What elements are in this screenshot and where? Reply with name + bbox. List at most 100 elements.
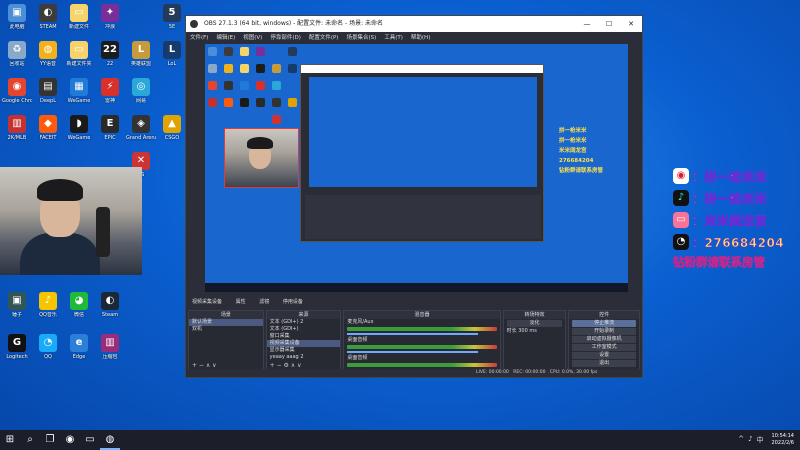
desktop-icon[interactable]: ◐ Steam [95,292,125,328]
app-icon: ◕ [70,292,88,310]
deactivate-button[interactable]: 停用设备 [283,299,303,305]
scene-item[interactable]: 双机 [189,326,263,333]
obs-preview[interactable]: 拼一枪米米 拼一枪米米 米米阔龙宫 276684204 钻粉群请联系房管 [205,44,628,292]
menu-item[interactable]: 场景集合(S) [346,32,376,44]
minimize-button[interactable]: — [576,16,598,32]
desktop-icon[interactable]: ♪ QQ音乐 [33,292,63,328]
desktop-icon[interactable]: ▲ CSGO [157,115,187,151]
desktop-icon[interactable]: ▭ 新建文件夹 [64,41,94,77]
control-button[interactable]: 设置 [572,352,636,359]
desktop-icon[interactable]: E EPIC [95,115,125,151]
filters-button[interactable]: 滤镜 [259,299,269,305]
desktop-icon[interactable]: ▥ 2K/MLB [2,115,32,151]
desktop-icon[interactable]: 22 22 [95,41,125,77]
desktop-icon[interactable]: ◆ FACEIT [33,115,63,151]
control-button[interactable]: 启动虚拟摄像机 [572,336,636,343]
app-icon: ▥ [8,115,26,133]
menu-item[interactable]: 帮助(H) [411,32,430,44]
task-view-icon[interactable]: ❐ [40,430,60,450]
desktop-icon[interactable]: ▥ 压缩包 [95,334,125,370]
desktop-icon[interactable]: ◎ 网易 [126,78,156,114]
desktop-icon[interactable]: e Edge [64,334,94,370]
volume-slider[interactable] [347,351,478,353]
source-item[interactable]: 文本 (GDI+) 2 [267,319,341,326]
desktop-icon-label: 英雄联盟 [130,61,151,67]
volume-slider[interactable] [347,333,478,335]
desktop-icon[interactable]: ◐ STEAM [33,4,63,40]
menu-item[interactable]: 视图(V) [243,32,262,44]
overlay-row: ◉ ：拼一枪米米 [673,166,800,186]
desktop-icon[interactable]: ▤ DeepL [33,78,63,114]
tray-icon[interactable]: ♪ [748,435,752,445]
obs-window: OBS 27.1.3 (64 bit, windows) - 配置文件: 未命名… [185,15,643,378]
clock[interactable]: 10:54:14 2022/2/6 [772,433,794,447]
app-icon: ▣ [8,292,26,310]
desktop-icon[interactable]: L LoL [157,41,187,77]
preview-icon [288,64,297,73]
preview-webcam-source[interactable] [224,128,299,188]
preview-icon [224,81,233,90]
app-icon: ✦ [101,4,119,22]
desktop-icon[interactable]: G Logitech [2,334,32,370]
desktop-icon[interactable]: ⚡ 雷神 [95,78,125,114]
menu-item[interactable]: 文件(F) [190,32,208,44]
source-item[interactable]: 文本 (GDI+) [267,326,341,333]
desktop-icon[interactable]: ✦ 冲浪 [95,4,125,40]
desktop-icon[interactable]: ▣ 锤子 [2,292,32,328]
mixer-dock: 混音器 麦克风/Aux 桌面音频 桌面音频 [343,310,501,371]
desktop-icon-label: 锤子 [11,312,22,318]
cpu-status: CPU: 0.0%, 30.00 fps [549,370,598,375]
preview-overlay-line: 米米阔龙宫 [559,148,587,154]
desktop-icon[interactable]: ▣ 此电脑 [2,4,32,40]
desktop-icon[interactable]: ◈ Grand Arena [126,115,156,151]
duration-input[interactable]: 300 ms [518,328,537,334]
menu-item[interactable]: 编辑(E) [216,32,235,44]
menu-item[interactable]: 配置文件(P) [309,32,339,44]
properties-button[interactable]: 属性 [236,299,246,305]
menu-item[interactable]: 停靠部件(D) [270,32,301,44]
source-item[interactable]: 窗口采集 [267,333,341,340]
overlay-footer: 钻粉群请联系房管 [673,255,766,270]
app-icon: ◔ [39,334,57,352]
control-button[interactable]: 退出 [572,360,636,367]
desktop-icon[interactable]: ◕ 微信 [64,292,94,328]
control-button[interactable]: 开始录制 [572,328,636,335]
tray-icon[interactable]: ^ [738,435,744,445]
source-item[interactable]: 显示器采集 [267,347,341,354]
preview-taskbar [205,283,628,292]
preview-overlay-line: 钻粉群请联系房管 [559,168,604,174]
desktop-icon-label: 22 [106,61,114,67]
desktop-icon[interactable]: L 英雄联盟 [126,41,156,77]
obs-docks: 场景 默认场景 双机 + − ∧ ∨ 来源 文本 (GDI+) 2 文本 (GDI+… [186,310,642,371]
desktop-icon[interactable]: ◍ YY语音 [33,41,63,77]
chrome-icon[interactable]: ◉ [60,430,80,450]
tray-icon[interactable]: 中 [757,435,764,445]
source-item[interactable]: yeaay aaag 2 [267,354,341,361]
obs-icon[interactable]: ◍ [100,430,120,450]
transition-select[interactable]: 淡化 [506,320,563,327]
desktop-icon[interactable]: ♻ 回收站 [2,41,32,77]
weibo-icon: ◉ [673,168,689,184]
desktop-icon[interactable]: ◉ Google Chrome [2,78,32,114]
desktop-icon[interactable]: 5 5E [157,4,187,40]
control-button[interactable]: 停止推流 [572,320,636,327]
windows-start-icon[interactable]: ⊞ [0,430,20,450]
close-button[interactable]: ✕ [620,16,642,32]
source-item[interactable]: 视频采集设备 [266,340,341,347]
maximize-button[interactable]: ☐ [598,16,620,32]
app-icon: L [132,41,150,59]
app-icon: 22 [101,41,119,59]
desktop-icon[interactable]: ▭ 新建文件 [64,4,94,40]
search-icon[interactable]: ⌕ [20,430,40,450]
folder-icon[interactable]: ▭ [80,430,100,450]
desktop-icon[interactable]: ◔ QQ [33,334,63,370]
sources-controls[interactable]: + − ⚙ ∧ ∨ [267,362,341,369]
desktop-icon[interactable]: ◗ WeGame [64,115,94,151]
menu-item[interactable]: 工具(T) [384,32,403,44]
scenes-controls[interactable]: + − ∧ ∨ [189,362,263,369]
scene-item[interactable]: 默认场景 [189,319,263,326]
desktop-icon[interactable]: ▦ WeGame [64,78,94,114]
desktop-icon-label: YY语音 [39,61,57,67]
app-icon: e [70,334,88,352]
control-button[interactable]: 工作室模式 [572,344,636,351]
